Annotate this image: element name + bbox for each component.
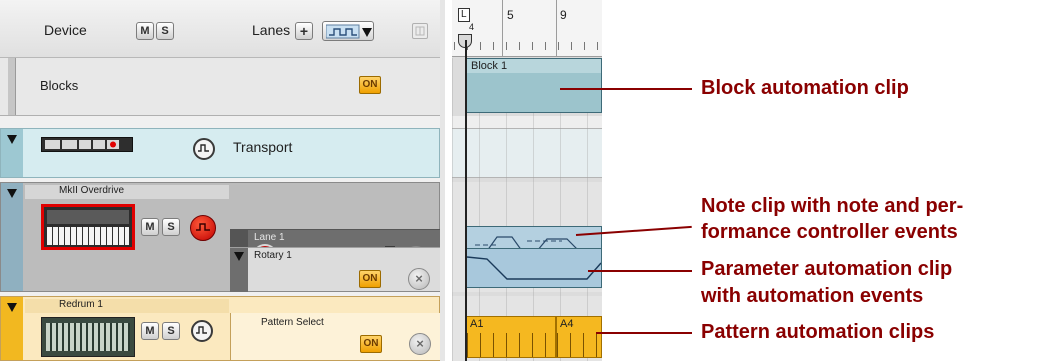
mkii-track-name: MkII Overdrive <box>59 185 125 196</box>
redrum-track[interactable]: Redrum 1 M S Pattern Select ON × <box>0 296 440 361</box>
annotation-pointer-line <box>588 270 692 272</box>
track-list-panel: Device M S Lanes + Blocks ON Transport M… <box>0 0 445 361</box>
transport-controls-icon <box>45 140 119 149</box>
add-lane-button[interactable]: + <box>295 22 313 40</box>
rotary-1-lane[interactable]: Rotary 1 ON × <box>230 247 440 292</box>
redrum-track-name: Redrum 1 <box>59 299 103 310</box>
annotation-block: Block automation clip <box>701 77 909 99</box>
lane-options-button[interactable] <box>412 23 428 39</box>
keyboard-device-icon[interactable] <box>41 204 135 250</box>
track-color-strip <box>1 183 23 291</box>
lane-type-dropdown[interactable] <box>322 21 374 41</box>
playhead-line[interactable] <box>465 40 467 361</box>
transport-track[interactable]: Transport <box>0 128 440 178</box>
automation-curve-graphic <box>466 256 602 280</box>
annotation-param-line2: with automation events <box>701 285 924 307</box>
device-label: Device <box>44 22 87 38</box>
pattern-on-button[interactable]: ON <box>360 335 382 353</box>
bar-5-label: 5 <box>507 8 514 22</box>
blocks-track-name: Blocks <box>40 78 79 93</box>
bar-9-label: 9 <box>560 8 567 22</box>
lanes-label: Lanes <box>252 22 291 38</box>
parameter-automation-clip[interactable] <box>466 248 602 288</box>
blocks-track[interactable]: Blocks ON <box>0 58 440 116</box>
collapse-triangle-icon[interactable] <box>234 252 244 261</box>
pattern-clip-a1[interactable]: A1 <box>466 316 556 358</box>
gauge-icon[interactable] <box>193 138 215 160</box>
record-enable-icon[interactable] <box>190 215 216 241</box>
track-name-tab: MkII Overdrive <box>25 185 229 199</box>
gauge-icon[interactable] <box>191 320 213 342</box>
header-mute-button[interactable]: M <box>136 22 154 40</box>
annotation-note-line1: Note clip with note and per- <box>701 195 964 217</box>
automation-lane-icon <box>326 24 360 39</box>
annotation-pointer-line <box>560 88 692 90</box>
collapse-triangle-icon[interactable] <box>7 135 17 144</box>
sequencer-header: Device M S Lanes + <box>0 0 440 58</box>
separator <box>0 116 440 128</box>
delete-lane-button[interactable]: × <box>408 268 430 290</box>
drum-machine-device-icon[interactable] <box>41 317 135 357</box>
mkii-overdrive-track[interactable]: MkII Overdrive M S Lane 1 M × <box>0 182 440 292</box>
collapse-triangle-icon[interactable] <box>7 189 17 198</box>
redrum-mute-button[interactable]: M <box>141 322 159 340</box>
chevron-down-icon <box>362 28 372 37</box>
transport-mini-device <box>41 137 133 152</box>
arrangement-area[interactable]: 5 9 L 4 Block 1 A1 A4 <box>452 0 602 361</box>
track-color-strip <box>1 297 23 360</box>
track-color-strip <box>8 58 16 115</box>
mkii-mute-button[interactable]: M <box>141 218 159 236</box>
rotary-1-name: Rotary 1 <box>254 250 292 261</box>
pattern-clip-a4[interactable]: A4 <box>556 316 602 358</box>
pattern-select-name: Pattern Select <box>261 317 324 328</box>
delete-lane-button[interactable]: × <box>409 333 431 355</box>
track-name-tab: Redrum 1 <box>25 299 229 313</box>
annotation-pointer-line <box>596 332 692 334</box>
ruler[interactable]: 5 9 L 4 <box>452 0 602 57</box>
blocks-on-button[interactable]: ON <box>359 76 381 94</box>
lane-1-name: Lane 1 <box>254 232 285 243</box>
annotation-note-line2: formance controller events <box>701 221 958 243</box>
header-solo-button[interactable]: S <box>156 22 174 40</box>
block-clip-label: Block 1 <box>471 60 508 72</box>
annotation-param-line1: Parameter automation clip <box>701 258 953 280</box>
mkii-solo-button[interactable]: S <box>162 218 180 236</box>
rotary-on-button[interactable]: ON <box>359 270 381 288</box>
grid-icon <box>415 26 425 36</box>
annotation-pattern: Pattern automation clips <box>701 321 935 343</box>
marker-small-label: 4 <box>469 22 475 32</box>
track-color-strip <box>1 129 23 177</box>
pattern-select-lane[interactable]: Pattern Select ON × <box>230 313 440 360</box>
block-automation-clip[interactable]: Block 1 <box>466 58 602 113</box>
collapse-triangle-icon[interactable] <box>7 303 17 312</box>
loop-marker[interactable]: L <box>458 8 470 22</box>
transport-track-name: Transport <box>233 139 293 155</box>
redrum-solo-button[interactable]: S <box>162 322 180 340</box>
